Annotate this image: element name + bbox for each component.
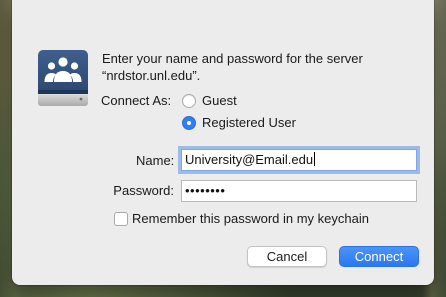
name-field-value: University@Email.edu [185, 152, 314, 167]
name-label: Name: [136, 153, 175, 168]
server-users-icon [38, 50, 88, 106]
password-label: Password: [113, 183, 174, 198]
connect-button[interactable]: Connect [339, 246, 419, 267]
name-field[interactable]: University@Email.edu [181, 149, 417, 171]
cancel-button[interactable]: Cancel [247, 246, 327, 267]
dialog-message: Enter your name and password for the ser… [102, 51, 363, 83]
registered-user-radio[interactable] [182, 116, 196, 130]
guest-radio[interactable] [182, 94, 196, 108]
password-field-value: •••••••• [185, 183, 226, 198]
text-caret [314, 152, 316, 166]
guest-radio-label[interactable]: Guest [202, 93, 237, 109]
connect-as-label: Connect As: [101, 93, 172, 108]
password-field[interactable]: •••••••• [181, 180, 417, 202]
remember-password-checkbox[interactable] [114, 212, 128, 226]
connect-to-server-dialog: Enter your name and password for the ser… [12, 0, 434, 285]
remember-password-label[interactable]: Remember this password in my keychain [132, 211, 369, 227]
registered-user-radio-label[interactable]: Registered User [202, 115, 296, 131]
